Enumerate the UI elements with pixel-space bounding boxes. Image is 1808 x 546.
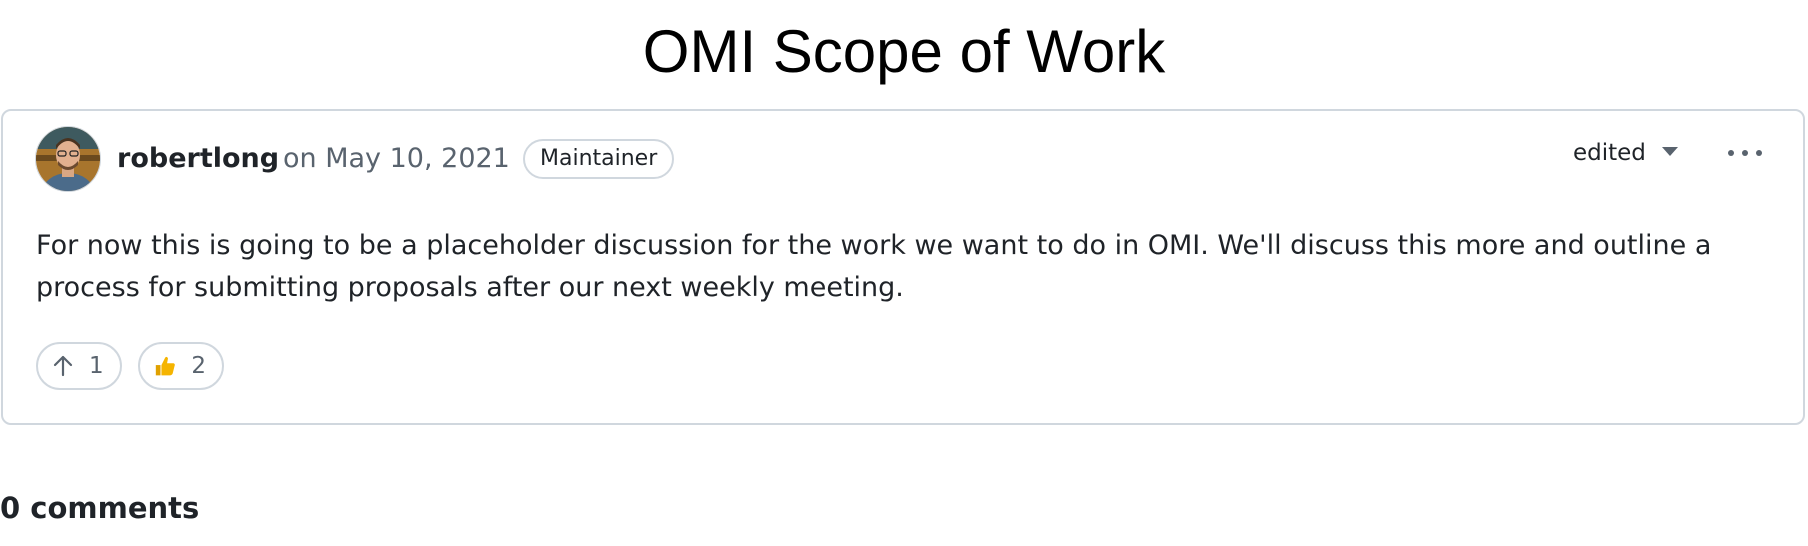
upvote-button[interactable]: 1: [36, 342, 122, 390]
post-date[interactable]: on May 10, 2021: [283, 141, 510, 177]
post-body: For now this is going to be a placeholde…: [36, 230, 1712, 303]
thumbs-up-icon: [155, 356, 175, 376]
page-title: OMI Scope of Work: [642, 18, 1166, 85]
avatar-image: [36, 127, 100, 191]
edited-label: edited: [1573, 140, 1646, 166]
kebab-horizontal-icon: [1728, 150, 1734, 156]
author-link[interactable]: robertlong: [117, 141, 279, 177]
chevron-down-icon: [1661, 147, 1678, 156]
discussion-card: robertlong on May 10, 2021 Maintainer ed…: [1, 109, 1805, 425]
thumbs-up-count: 2: [191, 353, 206, 379]
comments-count: 0 comments: [0, 491, 200, 525]
thumbs-up-reaction-button[interactable]: 2: [138, 342, 224, 390]
arrow-up-icon: [53, 355, 73, 377]
avatar[interactable]: [35, 126, 101, 192]
upvote-count: 1: [89, 353, 104, 379]
edited-history-dropdown[interactable]: edited: [1573, 135, 1678, 171]
more-options-button[interactable]: [1725, 135, 1765, 171]
maintainer-badge: Maintainer: [523, 139, 675, 179]
